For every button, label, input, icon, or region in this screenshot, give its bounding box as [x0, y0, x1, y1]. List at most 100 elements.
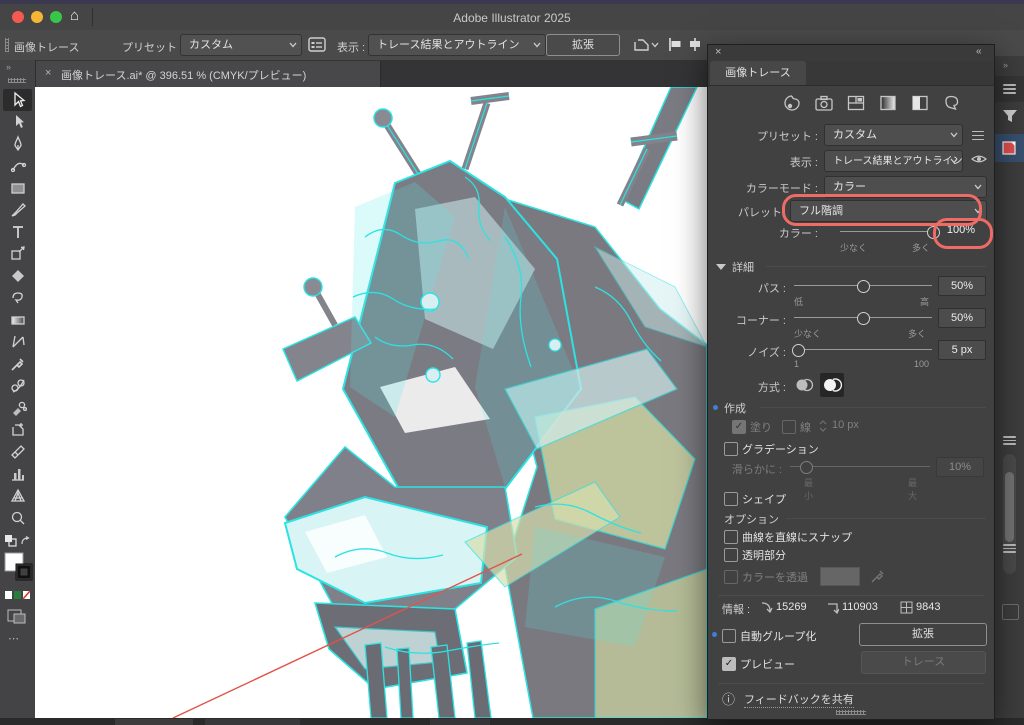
swatch-selected-row[interactable] — [994, 134, 1024, 162]
noise-slider-track[interactable] — [794, 349, 932, 350]
artboard-canvas[interactable] — [35, 87, 707, 718]
noise-slider-knob[interactable] — [792, 344, 805, 357]
eye-icon[interactable] — [971, 153, 987, 168]
blend-tool[interactable] — [6, 376, 30, 396]
outline-icon[interactable] — [942, 93, 962, 116]
method-abutting-button[interactable] — [794, 375, 816, 395]
noise-min-label: 1 — [794, 359, 800, 369]
align-left-icon[interactable] — [668, 37, 682, 55]
autogroup-checkbox[interactable] — [722, 629, 736, 643]
shape-checkbox[interactable] — [724, 492, 738, 506]
close-tab-icon[interactable]: × — [45, 67, 51, 79]
gradient-checkbox[interactable] — [724, 442, 738, 456]
stroke-width-value[interactable]: 10 px — [832, 419, 892, 431]
column-graph-tool[interactable] — [6, 464, 30, 484]
expand-button-control-bar[interactable]: 拡張 — [546, 34, 620, 56]
black-white-icon[interactable] — [910, 93, 930, 116]
knockout-swatch[interactable] — [820, 567, 860, 586]
noise-value[interactable]: 5 px — [938, 340, 986, 360]
align-center-icon[interactable] — [688, 37, 702, 55]
feedback-link[interactable]: フィードバックを共有 — [744, 691, 854, 708]
control-bar-grip[interactable] — [5, 38, 9, 52]
bottom-strip-segment — [430, 719, 490, 725]
artboard-tool[interactable] — [6, 420, 30, 440]
panel-toggle-icon[interactable] — [308, 37, 326, 55]
paintbrush-tool[interactable] — [6, 200, 30, 220]
eyedropper-tool[interactable] — [6, 354, 30, 374]
collapse-panel-icon[interactable]: « — [976, 46, 982, 57]
method-overlapping-button[interactable] — [820, 373, 844, 397]
swap-fill-stroke-icon[interactable] — [4, 534, 31, 553]
curvature-tool[interactable] — [6, 156, 30, 176]
fill-stroke-indicator[interactable] — [4, 552, 34, 587]
dock-panel-menu[interactable] — [994, 76, 1024, 102]
dock-scrollbar[interactable] — [1003, 454, 1016, 574]
method-label: 方式 : — [757, 382, 786, 394]
corners-value[interactable]: 50% — [938, 308, 986, 328]
shaper-tool[interactable] — [6, 288, 30, 308]
document-tab[interactable]: × 画像トレース.ai* @ 396.51 % (CMYK/プレビュー) — [35, 61, 381, 87]
close-panel-icon[interactable]: × — [715, 46, 721, 58]
stepper-icon[interactable] — [818, 419, 828, 433]
corners-min-label: 少なく — [794, 329, 822, 339]
paths-slider-knob[interactable] — [857, 280, 870, 293]
colormode-dropdown[interactable]: カラー — [824, 176, 987, 198]
knockout-checkbox[interactable] — [724, 570, 738, 584]
draw-mode-icon[interactable] — [6, 608, 28, 629]
stroke-checkbox[interactable] — [782, 420, 796, 434]
color-mode-buttons[interactable] — [5, 590, 31, 603]
view-dropdown[interactable]: トレース結果とアウトライン — [368, 34, 546, 56]
fill-checkbox[interactable]: ✓ — [732, 420, 746, 434]
dock-scrollbar-thumb[interactable] — [1005, 472, 1014, 542]
toolbar-grip[interactable] — [8, 78, 26, 83]
panel-tab-image-trace[interactable]: 画像トレース — [710, 61, 806, 85]
dock-tool-slot[interactable] — [1002, 604, 1019, 620]
disclosure-triangle-icon[interactable] — [716, 263, 726, 271]
detail-header[interactable]: 詳細 — [732, 259, 754, 275]
type-tool[interactable] — [6, 222, 30, 242]
slice-tool[interactable] — [6, 442, 30, 462]
smooth-slider-knob[interactable] — [800, 461, 813, 474]
eraser-tool[interactable] — [6, 266, 30, 286]
auto-color-icon[interactable] — [782, 93, 802, 116]
color-value[interactable]: 100% — [938, 224, 984, 236]
color-max-label: 多く — [912, 243, 931, 253]
zoom-tool[interactable] — [6, 508, 30, 528]
palette-dropdown[interactable]: フル階調 — [790, 200, 987, 222]
dock-expand-icon[interactable]: » — [1003, 60, 1009, 70]
gradient-tool[interactable] — [6, 310, 30, 330]
panel-preset-dropdown[interactable]: カスタム — [824, 124, 963, 146]
panel-resize-grip[interactable] — [836, 710, 866, 715]
color-slider-track[interactable] — [840, 231, 933, 232]
direct-selection-tool[interactable] — [6, 112, 30, 132]
preview-checkbox[interactable]: ✓ — [722, 657, 736, 671]
toolbar-expand-icon[interactable]: » — [6, 62, 12, 72]
grayscale-icon[interactable] — [878, 93, 898, 116]
width-tool[interactable] — [6, 332, 30, 352]
preset-dropdown[interactable]: カスタム — [180, 34, 302, 56]
low-color-icon[interactable] — [846, 93, 866, 116]
symbol-sprayer-tool[interactable] — [6, 398, 30, 418]
dock-menu-icon[interactable] — [1003, 542, 1016, 555]
high-color-camera-icon[interactable] — [814, 93, 834, 116]
transparent-checkbox[interactable] — [724, 548, 738, 562]
filter-funnel-icon[interactable] — [1002, 108, 1018, 127]
preset-menu-icon[interactable] — [972, 128, 984, 143]
dock-menu-icon[interactable] — [1003, 434, 1016, 447]
free-transform-tool[interactable] — [6, 244, 30, 264]
perspective-grid-tool[interactable] — [6, 486, 30, 506]
corners-slider-knob[interactable] — [857, 312, 870, 325]
rectangle-tool[interactable] — [6, 178, 30, 198]
snap-checkbox[interactable] — [724, 530, 738, 544]
expand-button[interactable]: 拡張 — [859, 623, 987, 646]
info-paths-count: 15269 — [776, 601, 807, 613]
paths-value[interactable]: 50% — [938, 276, 986, 296]
pen-tool[interactable] — [6, 134, 30, 154]
panel-view-dropdown[interactable]: トレース結果とアウトライン — [824, 150, 963, 172]
selection-tool[interactable] — [6, 90, 30, 110]
more-tools-icon[interactable]: ⋯ — [8, 632, 20, 645]
eyedropper-icon[interactable] — [870, 568, 886, 584]
artboard-icon[interactable] — [632, 37, 660, 56]
anchors-count-icon — [828, 603, 839, 614]
smooth-value[interactable]: 10% — [936, 457, 984, 477]
